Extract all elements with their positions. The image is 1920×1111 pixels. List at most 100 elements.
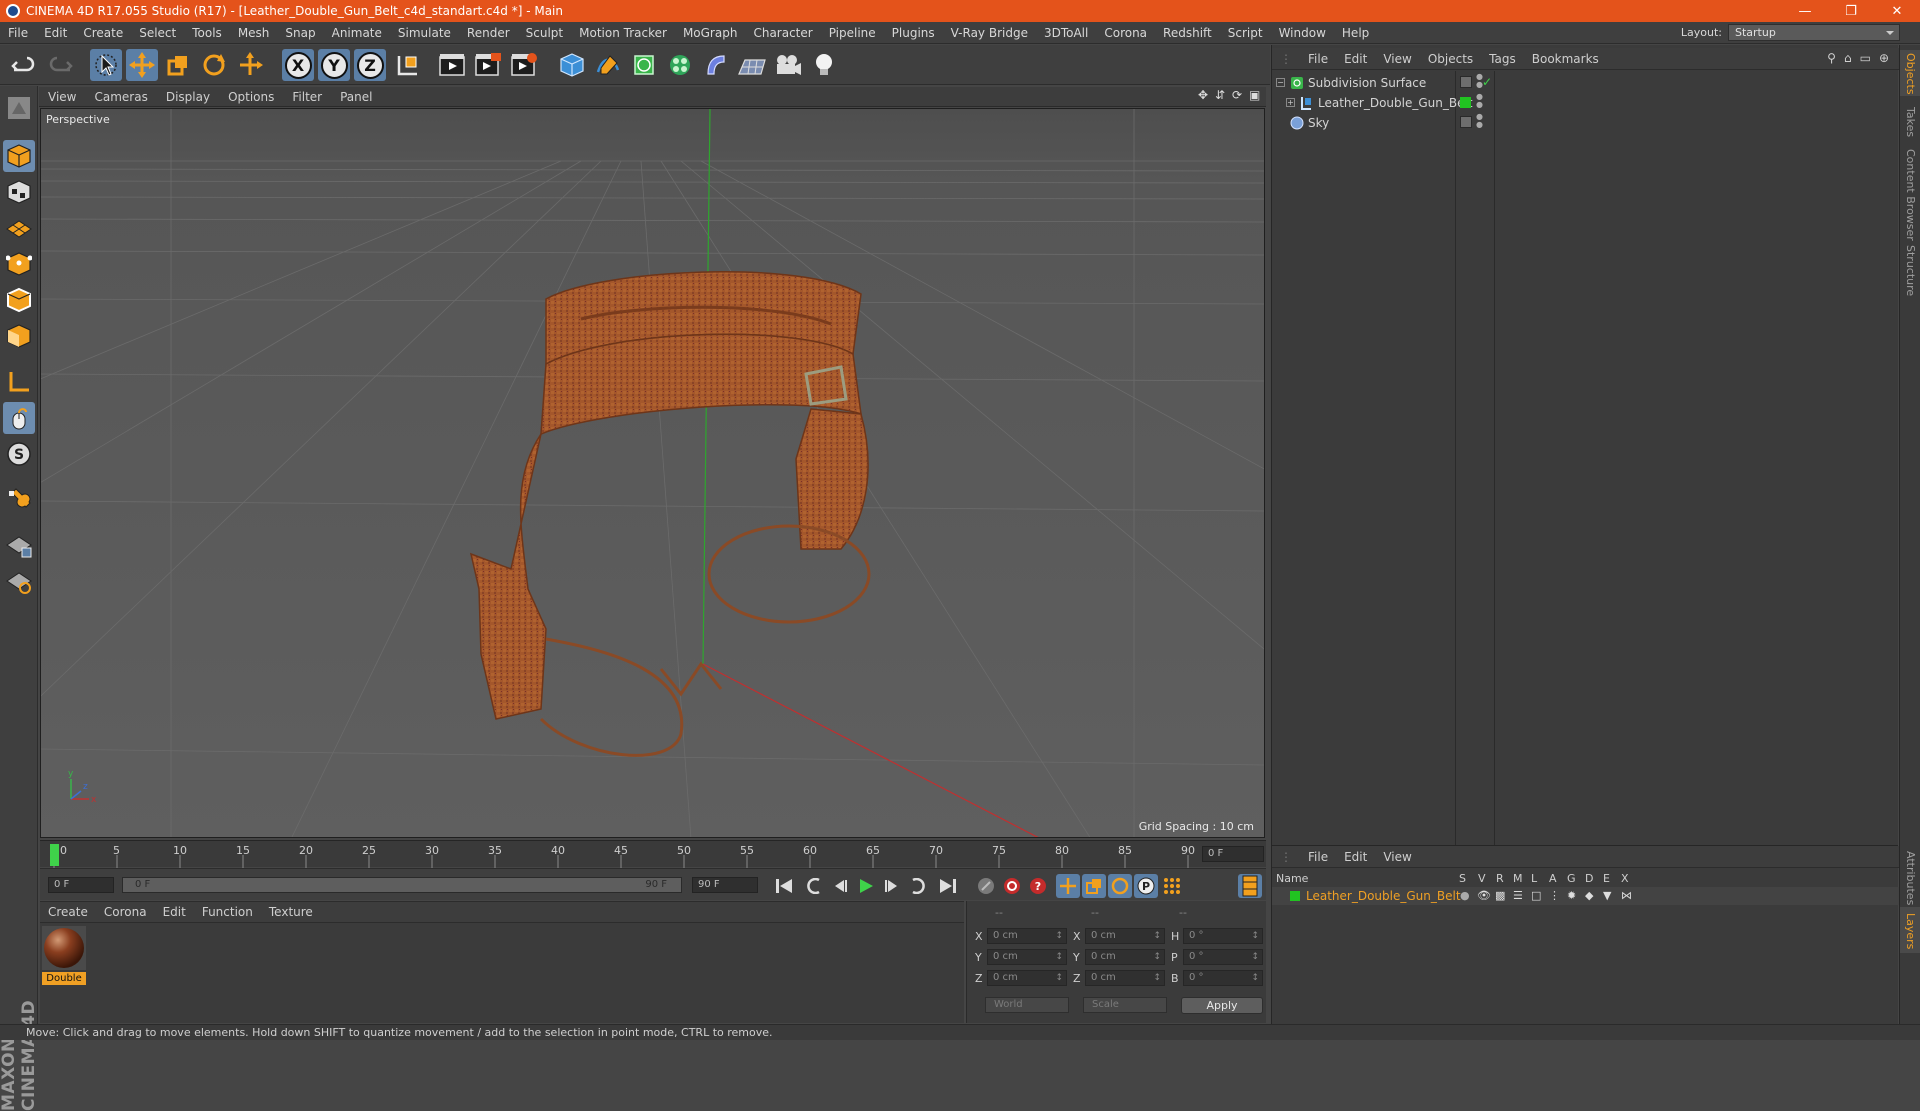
- lm-menu-file[interactable]: File: [1300, 850, 1336, 864]
- coordinate-system-icon[interactable]: [392, 49, 424, 81]
- size-mode-select[interactable]: Scale: [1083, 997, 1167, 1013]
- solo-mode-icon[interactable]: S: [3, 438, 35, 470]
- menu-window[interactable]: Window: [1271, 26, 1334, 40]
- redo-icon[interactable]: [44, 49, 76, 81]
- start-frame-field[interactable]: 0 F: [48, 877, 114, 893]
- goto-start-icon[interactable]: [772, 874, 796, 898]
- menu-help[interactable]: Help: [1334, 26, 1377, 40]
- tweak-mode-icon[interactable]: [3, 402, 35, 434]
- camera-icon[interactable]: [772, 49, 804, 81]
- menu-script[interactable]: Script: [1220, 26, 1271, 40]
- light-icon[interactable]: [808, 49, 840, 81]
- col-animation[interactable]: A: [1549, 872, 1557, 885]
- preview-range-slider[interactable]: 0 F 90 F: [122, 877, 682, 893]
- om-menu-edit[interactable]: Edit: [1336, 52, 1375, 66]
- object-row-leather-double-gun-belt[interactable]: + Leather_Double_Gun_Belt ● ●: [1272, 93, 1899, 113]
- menu-plugins[interactable]: Plugins: [884, 26, 943, 40]
- lm-menu-view[interactable]: View: [1375, 850, 1419, 864]
- col-generators[interactable]: G: [1567, 872, 1576, 885]
- object-name[interactable]: Leather_Double_Gun_Belt: [1318, 96, 1473, 110]
- menu-pipeline[interactable]: Pipeline: [821, 26, 884, 40]
- end-frame-field[interactable]: 90 F: [692, 877, 758, 893]
- viewport-menu-view[interactable]: View: [39, 90, 85, 104]
- om-search-icon[interactable]: ⚲: [1827, 51, 1836, 65]
- enabled-check-icon[interactable]: ✓: [1482, 75, 1492, 89]
- snap-icon[interactable]: [3, 484, 35, 516]
- size-z-field[interactable]: 0 cm: [1085, 970, 1165, 986]
- generators-toggle-icon[interactable]: ✹: [1567, 889, 1576, 902]
- object-name[interactable]: Sky: [1308, 116, 1329, 130]
- om-menu-objects[interactable]: Objects: [1420, 52, 1481, 66]
- om-lock-icon[interactable]: ⊕: [1879, 51, 1889, 65]
- goto-end-icon[interactable]: [936, 874, 960, 898]
- spline-pen-icon[interactable]: [592, 49, 624, 81]
- deformer-icon[interactable]: [700, 49, 732, 81]
- texture-mode-icon[interactable]: [3, 176, 35, 208]
- key-pla-icon[interactable]: [1160, 874, 1184, 898]
- rotation-h-field[interactable]: 0 °: [1183, 928, 1263, 944]
- rotation-b-field[interactable]: 0 °: [1183, 970, 1263, 986]
- lock-toggle-icon[interactable]: □: [1531, 889, 1541, 902]
- om-home-icon[interactable]: ⌂: [1844, 51, 1852, 65]
- prev-frame-icon[interactable]: [828, 874, 852, 898]
- axis-mode-icon[interactable]: [3, 366, 35, 398]
- apply-button[interactable]: Apply: [1181, 997, 1263, 1014]
- render-view-icon[interactable]: [436, 49, 468, 81]
- col-name[interactable]: Name: [1276, 872, 1308, 885]
- tab-objects[interactable]: Objects: [1904, 53, 1917, 95]
- cloner-icon[interactable]: [664, 49, 696, 81]
- menu-animate[interactable]: Animate: [324, 26, 390, 40]
- col-solo[interactable]: S: [1459, 872, 1466, 885]
- position-x-field[interactable]: 0 cm: [987, 928, 1067, 944]
- y-axis-lock-button[interactable]: Y: [318, 49, 350, 81]
- object-name[interactable]: Subdivision Surface: [1308, 76, 1426, 90]
- record-active-icon[interactable]: [1000, 874, 1024, 898]
- points-mode-icon[interactable]: [3, 248, 35, 280]
- coordinate-space-select[interactable]: World: [985, 997, 1069, 1013]
- pan-view-icon[interactable]: ✥: [1198, 89, 1211, 102]
- layer-swatch-icon[interactable]: [1460, 76, 1472, 88]
- viewport-menu-options[interactable]: Options: [219, 90, 283, 104]
- menu-motion-tracker[interactable]: Motion Tracker: [571, 26, 675, 40]
- viewport-menu-cameras[interactable]: Cameras: [85, 90, 156, 104]
- expressions-toggle-icon[interactable]: ▼: [1603, 889, 1611, 902]
- polygons-mode-icon[interactable]: [3, 320, 35, 352]
- rotate-tool-icon[interactable]: [198, 49, 230, 81]
- lm-grip-icon[interactable]: ⋮: [1272, 850, 1300, 864]
- viewport-perspective[interactable]: y x z Perspective Grid Spacing : 10 cm: [40, 108, 1265, 838]
- key-scale-icon[interactable]: [1082, 874, 1106, 898]
- menu-redshift[interactable]: Redshift: [1155, 26, 1220, 40]
- orbit-view-icon[interactable]: ⟳: [1232, 89, 1245, 102]
- menu-file[interactable]: File: [0, 26, 36, 40]
- animation-toggle-icon[interactable]: ⋮: [1549, 889, 1560, 902]
- floor-icon[interactable]: [736, 49, 768, 81]
- cube-primitive-icon[interactable]: [556, 49, 588, 81]
- tab-content-browser[interactable]: Content Browser: [1904, 149, 1917, 241]
- workplane-icon[interactable]: [3, 212, 35, 244]
- menu-render[interactable]: Render: [459, 26, 518, 40]
- visibility-dots-icon[interactable]: ● ●: [1476, 93, 1483, 109]
- restore-icon[interactable]: ❐: [1828, 4, 1874, 19]
- live-selection-icon[interactable]: [90, 49, 122, 81]
- om-menu-file[interactable]: File: [1300, 52, 1336, 66]
- toggle-view-icon[interactable]: ▣: [1249, 89, 1262, 102]
- viewport-menu-display[interactable]: Display: [157, 90, 219, 104]
- material-menu-create[interactable]: Create: [40, 905, 96, 919]
- tab-takes[interactable]: Takes: [1904, 107, 1917, 137]
- col-deformers[interactable]: D: [1585, 872, 1593, 885]
- visibility-dots-icon[interactable]: ● ●: [1476, 113, 1483, 129]
- tab-structure[interactable]: Structure: [1904, 245, 1917, 296]
- menu-corona[interactable]: Corona: [1096, 26, 1155, 40]
- om-new-view-icon[interactable]: ▭: [1860, 51, 1871, 65]
- om-menu-bookmarks[interactable]: Bookmarks: [1524, 52, 1607, 66]
- timeline-ruler[interactable]: 0 5 10 15 20 25 30 35 40 45 50 55 60 65 …: [40, 840, 1266, 868]
- close-icon[interactable]: ✕: [1874, 4, 1920, 19]
- layer-name[interactable]: Leather_Double_Gun_Belt: [1306, 889, 1461, 903]
- col-xrefs[interactable]: X: [1621, 872, 1629, 885]
- menu-edit[interactable]: Edit: [36, 26, 75, 40]
- prev-key-icon[interactable]: [802, 874, 826, 898]
- position-z-field[interactable]: 0 cm: [987, 970, 1067, 986]
- x-axis-lock-button[interactable]: X: [282, 49, 314, 81]
- next-key-icon[interactable]: [906, 874, 930, 898]
- position-y-field[interactable]: 0 cm: [987, 949, 1067, 965]
